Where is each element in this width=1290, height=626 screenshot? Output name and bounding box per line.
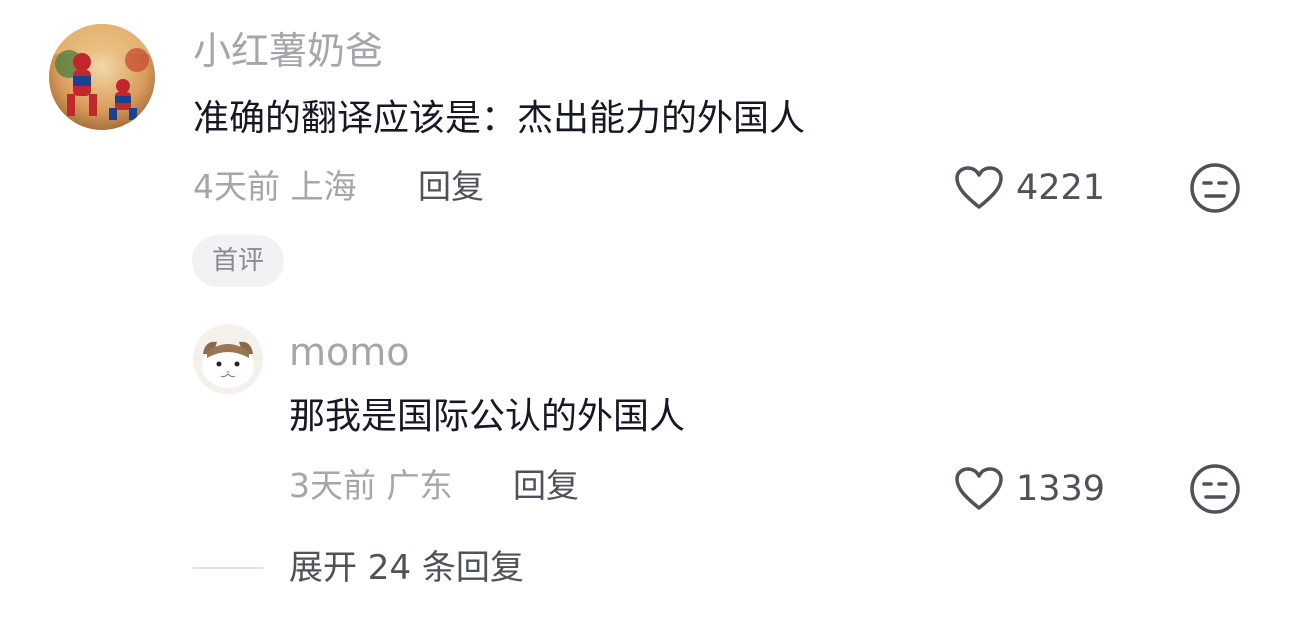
spiderman-avatar-image: [49, 24, 155, 130]
comment-reply-button[interactable]: 回复: [418, 167, 484, 207]
heart-outline-icon: [955, 166, 1003, 209]
reply-reply-button[interactable]: 回复: [513, 466, 579, 506]
commenter-username[interactable]: 小红薯奶爸: [193, 28, 383, 74]
reply-dislike-button[interactable]: [1189, 463, 1241, 519]
reply-like-count: 1339: [1016, 469, 1106, 509]
commenter-avatar[interactable]: [49, 24, 155, 130]
meh-face-icon: [1190, 464, 1240, 514]
replier-username[interactable]: momo: [289, 329, 410, 375]
heart-outline-icon: [955, 467, 1003, 510]
comment-dislike-button[interactable]: [1189, 162, 1241, 218]
comment-like-count: 4221: [1016, 168, 1106, 208]
comment-time-location: 4天前 上海: [193, 167, 357, 206]
cat-avatar-image: [193, 324, 263, 394]
comment-like-button[interactable]: 4221: [954, 164, 1105, 212]
reply-time-location: 3天前 广东: [289, 466, 453, 505]
reply-text: 那我是国际公认的外国人: [289, 396, 686, 437]
expand-replies-button[interactable]: 展开 24 条回复: [289, 547, 524, 589]
replier-avatar[interactable]: [193, 324, 263, 394]
expand-divider: [193, 567, 263, 569]
first-comment-badge: 首评: [192, 235, 285, 287]
meh-face-icon: [1190, 163, 1240, 213]
reply-like-button[interactable]: 1339: [954, 465, 1105, 513]
comment-text: 准确的翻译应该是：杰出能力的外国人: [193, 98, 806, 139]
